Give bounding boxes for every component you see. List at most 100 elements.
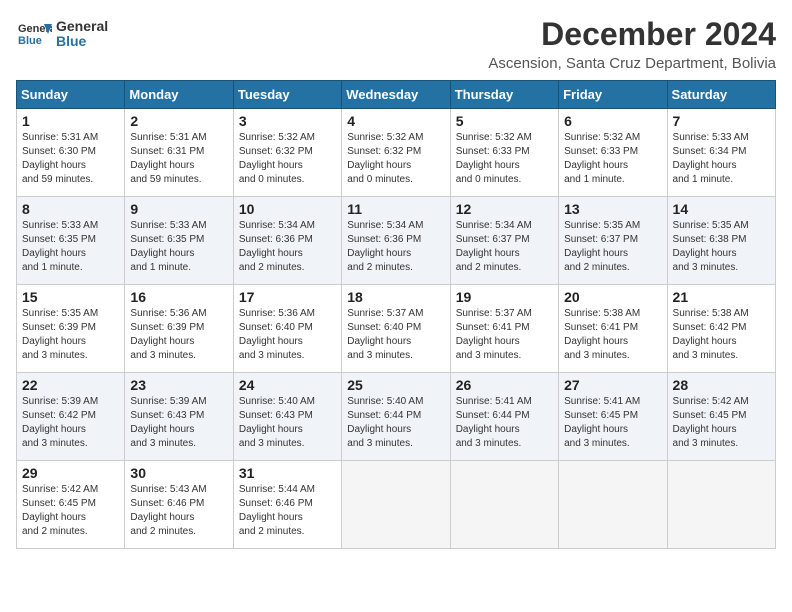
day-number: 14 <box>673 201 770 217</box>
day-info: Sunrise: 5:31 AMSunset: 6:30 PMDaylight … <box>22 131 119 187</box>
day-number: 27 <box>564 377 661 393</box>
day-info: Sunrise: 5:31 AMSunset: 6:31 PMDaylight … <box>130 131 227 187</box>
day-number: 21 <box>673 289 770 305</box>
day-number: 11 <box>347 201 444 217</box>
calendar-cell: 29 Sunrise: 5:42 AMSunset: 6:45 PMDayligh… <box>17 461 125 549</box>
day-number: 29 <box>22 465 119 481</box>
calendar-cell: 27 Sunrise: 5:41 AMSunset: 6:45 PMDayligh… <box>559 373 667 461</box>
day-info: Sunrise: 5:32 AMSunset: 6:32 PMDaylight … <box>347 131 444 187</box>
day-info: Sunrise: 5:44 AMSunset: 6:46 PMDaylight … <box>239 483 336 539</box>
day-number: 30 <box>130 465 227 481</box>
day-number: 19 <box>456 289 553 305</box>
day-header-sunday: Sunday <box>17 81 125 109</box>
day-number: 16 <box>130 289 227 305</box>
calendar-cell: 6Sunrise: 5:32 AMSunset: 6:33 PMDaylight… <box>559 109 667 197</box>
day-info: Sunrise: 5:42 AMSunset: 6:45 PMDaylight … <box>673 395 770 451</box>
day-info: Sunrise: 5:34 AMSunset: 6:37 PMDaylight … <box>456 219 553 275</box>
day-info: Sunrise: 5:39 AMSunset: 6:42 PMDaylight … <box>22 395 119 451</box>
calendar-cell: 12 Sunrise: 5:34 AMSunset: 6:37 PMDayligh… <box>450 197 558 285</box>
day-info: Sunrise: 5:32 AMSunset: 6:32 PMDaylight … <box>239 131 336 187</box>
day-info: Sunrise: 5:37 AMSunset: 6:40 PMDaylight … <box>347 307 444 363</box>
calendar-cell: 17 Sunrise: 5:36 AMSunset: 6:40 PMDayligh… <box>233 285 341 373</box>
calendar-cell: 10 Sunrise: 5:34 AMSunset: 6:36 PMDayligh… <box>233 197 341 285</box>
day-info: Sunrise: 5:32 AMSunset: 6:33 PMDaylight … <box>456 131 553 187</box>
day-info: Sunrise: 5:40 AMSunset: 6:43 PMDaylight … <box>239 395 336 451</box>
calendar-cell <box>450 461 558 549</box>
day-header-thursday: Thursday <box>450 81 558 109</box>
day-number: 26 <box>456 377 553 393</box>
day-number: 6 <box>564 113 661 129</box>
calendar-cell: 23 Sunrise: 5:39 AMSunset: 6:43 PMDayligh… <box>125 373 233 461</box>
calendar-cell: 28Sunrise: 5:42 AMSunset: 6:45 PMDayligh… <box>667 373 775 461</box>
calendar-cell: 30 Sunrise: 5:43 AMSunset: 6:46 PMDayligh… <box>125 461 233 549</box>
day-number: 2 <box>130 113 227 129</box>
calendar-cell: 21 Sunrise: 5:38 AMSunset: 6:42 PMDayligh… <box>667 285 775 373</box>
day-info: Sunrise: 5:35 AMSunset: 6:39 PMDaylight … <box>22 307 119 363</box>
day-header-saturday: Saturday <box>667 81 775 109</box>
calendar-cell: 11 Sunrise: 5:34 AMSunset: 6:36 PMDayligh… <box>342 197 450 285</box>
calendar-cell <box>559 461 667 549</box>
day-info: Sunrise: 5:38 AMSunset: 6:41 PMDaylight … <box>564 307 661 363</box>
calendar-cell: 5 Sunrise: 5:32 AMSunset: 6:33 PMDaylight… <box>450 109 558 197</box>
day-info: Sunrise: 5:40 AMSunset: 6:44 PMDaylight … <box>347 395 444 451</box>
location-title: Ascension, Santa Cruz Department, Bolivi… <box>488 55 776 72</box>
calendar-cell: 15 Sunrise: 5:35 AMSunset: 6:39 PMDayligh… <box>17 285 125 373</box>
day-number: 13 <box>564 201 661 217</box>
day-info: Sunrise: 5:42 AMSunset: 6:45 PMDaylight … <box>22 483 119 539</box>
calendar-cell: 31 Sunrise: 5:44 AMSunset: 6:46 PMDayligh… <box>233 461 341 549</box>
calendar-cell: 18Sunrise: 5:37 AMSunset: 6:40 PMDayligh… <box>342 285 450 373</box>
day-number: 3 <box>239 113 336 129</box>
day-number: 12 <box>456 201 553 217</box>
calendar-cell: 16 Sunrise: 5:36 AMSunset: 6:39 PMDayligh… <box>125 285 233 373</box>
day-header-tuesday: Tuesday <box>233 81 341 109</box>
calendar-cell: 4 Sunrise: 5:32 AMSunset: 6:32 PMDaylight… <box>342 109 450 197</box>
calendar-cell: 24 Sunrise: 5:40 AMSunset: 6:43 PMDayligh… <box>233 373 341 461</box>
day-number: 17 <box>239 289 336 305</box>
day-number: 7 <box>673 113 770 129</box>
day-info: Sunrise: 5:41 AMSunset: 6:45 PMDaylight … <box>564 395 661 451</box>
calendar-cell: 3 Sunrise: 5:32 AMSunset: 6:32 PMDaylight… <box>233 109 341 197</box>
calendar-cell: 7 Sunrise: 5:33 AMSunset: 6:34 PMDaylight… <box>667 109 775 197</box>
calendar-cell: 8 Sunrise: 5:33 AMSunset: 6:35 PMDaylight… <box>17 197 125 285</box>
day-number: 24 <box>239 377 336 393</box>
day-info: Sunrise: 5:39 AMSunset: 6:43 PMDaylight … <box>130 395 227 451</box>
day-number: 9 <box>130 201 227 217</box>
day-info: Sunrise: 5:36 AMSunset: 6:39 PMDaylight … <box>130 307 227 363</box>
day-info: Sunrise: 5:34 AMSunset: 6:36 PMDaylight … <box>347 219 444 275</box>
day-info: Sunrise: 5:43 AMSunset: 6:46 PMDaylight … <box>130 483 227 539</box>
day-info: Sunrise: 5:33 AMSunset: 6:34 PMDaylight … <box>673 131 770 187</box>
calendar-cell: 25 Sunrise: 5:40 AMSunset: 6:44 PMDayligh… <box>342 373 450 461</box>
logo-general: General <box>56 19 108 34</box>
day-info: Sunrise: 5:34 AMSunset: 6:36 PMDaylight … <box>239 219 336 275</box>
calendar-week-2: 8 Sunrise: 5:33 AMSunset: 6:35 PMDaylight… <box>17 197 776 285</box>
day-header-friday: Friday <box>559 81 667 109</box>
day-info: Sunrise: 5:33 AMSunset: 6:35 PMDaylight … <box>22 219 119 275</box>
title-area: December 2024 Ascension, Santa Cruz Depa… <box>488 16 776 72</box>
day-number: 5 <box>456 113 553 129</box>
day-number: 4 <box>347 113 444 129</box>
day-info: Sunrise: 5:35 AMSunset: 6:37 PMDaylight … <box>564 219 661 275</box>
day-number: 25 <box>347 377 444 393</box>
svg-text:Blue: Blue <box>18 35 42 47</box>
calendar-week-3: 15 Sunrise: 5:35 AMSunset: 6:39 PMDayligh… <box>17 285 776 373</box>
day-info: Sunrise: 5:35 AMSunset: 6:38 PMDaylight … <box>673 219 770 275</box>
day-info: Sunrise: 5:33 AMSunset: 6:35 PMDaylight … <box>130 219 227 275</box>
calendar-cell: 14 Sunrise: 5:35 AMSunset: 6:38 PMDayligh… <box>667 197 775 285</box>
day-number: 8 <box>22 201 119 217</box>
day-info: Sunrise: 5:38 AMSunset: 6:42 PMDaylight … <box>673 307 770 363</box>
calendar-cell: 22Sunrise: 5:39 AMSunset: 6:42 PMDayligh… <box>17 373 125 461</box>
month-title: December 2024 <box>488 16 776 53</box>
day-header-wednesday: Wednesday <box>342 81 450 109</box>
day-number: 31 <box>239 465 336 481</box>
day-info: Sunrise: 5:37 AMSunset: 6:41 PMDaylight … <box>456 307 553 363</box>
calendar-cell: 20Sunrise: 5:38 AMSunset: 6:41 PMDayligh… <box>559 285 667 373</box>
day-number: 23 <box>130 377 227 393</box>
day-info: Sunrise: 5:36 AMSunset: 6:40 PMDaylight … <box>239 307 336 363</box>
day-number: 15 <box>22 289 119 305</box>
day-number: 10 <box>239 201 336 217</box>
calendar-cell: 19 Sunrise: 5:37 AMSunset: 6:41 PMDayligh… <box>450 285 558 373</box>
calendar-cell: 9 Sunrise: 5:33 AMSunset: 6:35 PMDaylight… <box>125 197 233 285</box>
day-info: Sunrise: 5:41 AMSunset: 6:44 PMDaylight … <box>456 395 553 451</box>
calendar-week-5: 29 Sunrise: 5:42 AMSunset: 6:45 PMDayligh… <box>17 461 776 549</box>
header: General Blue General Blue December 2024 … <box>16 16 776 72</box>
